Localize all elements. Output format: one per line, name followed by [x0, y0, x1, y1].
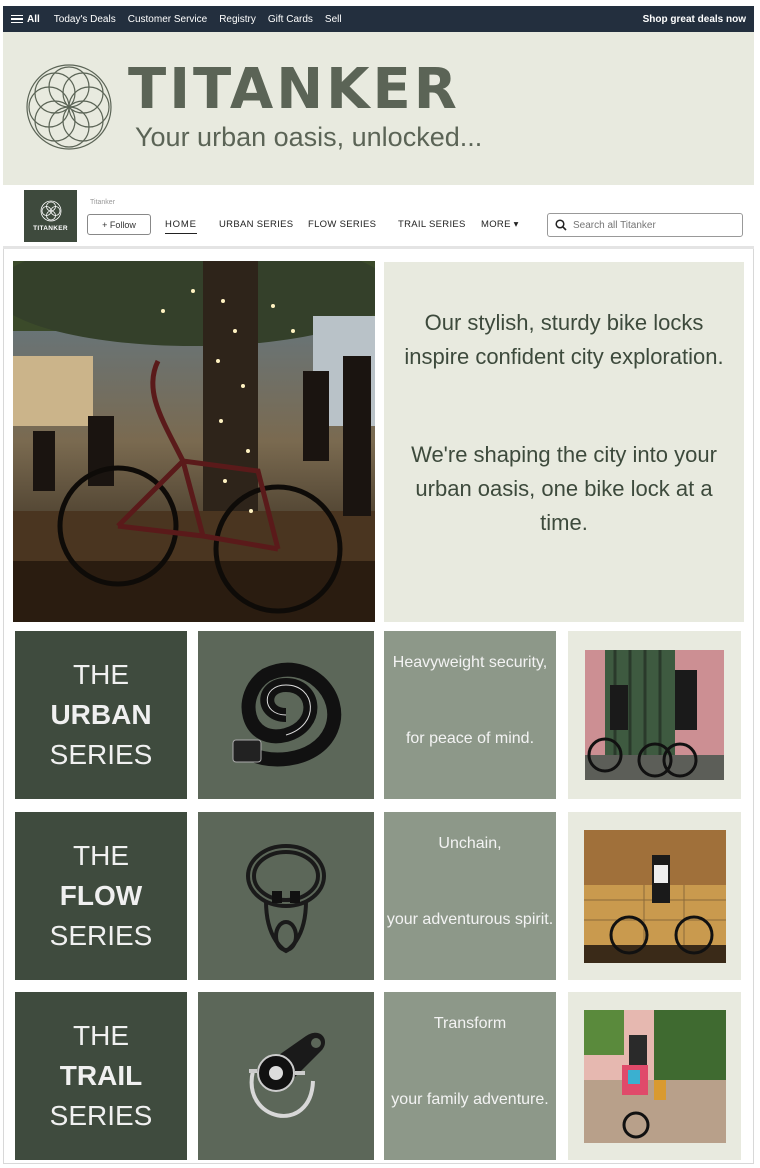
nav-link-customer-service[interactable]: Customer Service [122, 14, 213, 25]
nav-item-flow-series[interactable]: FLOW SERIES [308, 219, 376, 230]
store-logo[interactable]: TITANKER [24, 190, 77, 242]
series-the-label: THE [73, 1020, 129, 1051]
series-name: FLOW [59, 880, 143, 911]
series-word: SERIES [49, 1100, 153, 1131]
chain-lock-icon [232, 662, 342, 767]
series-name: URBAN [50, 699, 152, 730]
flow-photo-tile[interactable] [568, 812, 741, 980]
frame-lock-icon [249, 1032, 326, 1118]
flow-tagline-tile: Unchain, your adventurous spirit. [384, 812, 556, 980]
nav-item-urban-series[interactable]: URBAN SERIES [219, 219, 293, 230]
all-menu-button[interactable]: All [3, 13, 48, 26]
nav-link-todays-deals[interactable]: Today's Deals [48, 14, 122, 25]
flow-cable-lock-tile[interactable] [198, 812, 374, 980]
trail-series-tile[interactable]: THE TRAIL SERIES [15, 992, 187, 1160]
series-the-label: THE [73, 659, 129, 690]
urban-photo-tile[interactable] [568, 631, 741, 799]
tagline-line-2: your family adventure. [391, 1091, 549, 1108]
cable-lock-icon [246, 844, 326, 954]
tagline-line-1: Transform [433, 1015, 507, 1032]
hero-bike-photo [13, 261, 375, 622]
urban-tagline-tile: Heavyweight security, for peace of mind. [384, 631, 556, 799]
flow-series-tile[interactable]: THE FLOW SERIES [15, 812, 187, 980]
hero-text-panel: Our stylish, sturdy bike locks inspire c… [384, 262, 744, 622]
series-word: SERIES [49, 739, 153, 770]
titanker-logo-mark [26, 64, 112, 150]
nav-item-trail-series[interactable]: TRAIL SERIES [398, 219, 466, 230]
flow-cyclist-photo [583, 829, 726, 963]
store-logo-mark-icon [40, 200, 61, 222]
brand-tagline: Your urban oasis, unlocked... [135, 122, 483, 152]
follow-button[interactable]: + Follow [87, 214, 151, 235]
nav-item-home[interactable]: HOME [165, 219, 197, 234]
top-nav-bar: All Today's Deals Customer Service Regis… [3, 6, 754, 32]
urban-cyclists-photo [585, 650, 724, 780]
store-nav-bar: TITANKER Titanker + Follow HOME URBAN SE… [3, 185, 754, 249]
series-the-label: THE [73, 840, 129, 871]
nav-link-registry[interactable]: Registry [213, 14, 262, 25]
urban-series-tile[interactable]: THE URBAN SERIES [15, 631, 187, 799]
series-word: SERIES [49, 920, 153, 951]
tagline-line-1: Unchain, [438, 835, 502, 852]
nav-link-sell[interactable]: Sell [319, 14, 348, 25]
trail-tagline-tile: Transform your family adventure. [384, 992, 556, 1160]
all-label: All [27, 13, 40, 25]
nav-item-more[interactable]: MORE ▾ [481, 219, 519, 230]
brand-wordmark: TITANKER [128, 57, 460, 122]
tagline-line-2: your adventurous spirit. [386, 911, 554, 928]
hero-text-2: We're shaping the city into your urban o… [411, 442, 717, 535]
series-name: TRAIL [59, 1060, 143, 1091]
hero-text-1: Our stylish, sturdy bike locks inspire c… [404, 310, 724, 369]
hero-bike-illustration [13, 261, 375, 622]
nav-link-gift-cards[interactable]: Gift Cards [262, 14, 319, 25]
hamburger-menu-icon [11, 13, 23, 26]
trail-frame-lock-tile[interactable] [198, 992, 374, 1160]
trail-family-photo [583, 1009, 726, 1143]
tagline-line-1: Heavyweight security, [392, 654, 548, 671]
urban-chain-lock-tile[interactable] [198, 631, 374, 799]
search-input[interactable] [573, 219, 733, 231]
store-logo-text: TITANKER [33, 225, 68, 232]
tagline-line-2: for peace of mind. [405, 730, 535, 747]
store-search[interactable] [547, 213, 743, 237]
trail-photo-tile[interactable] [568, 992, 741, 1160]
promo-link[interactable]: Shop great deals now [643, 14, 754, 25]
store-name: Titanker [90, 199, 116, 206]
search-icon [555, 219, 567, 231]
